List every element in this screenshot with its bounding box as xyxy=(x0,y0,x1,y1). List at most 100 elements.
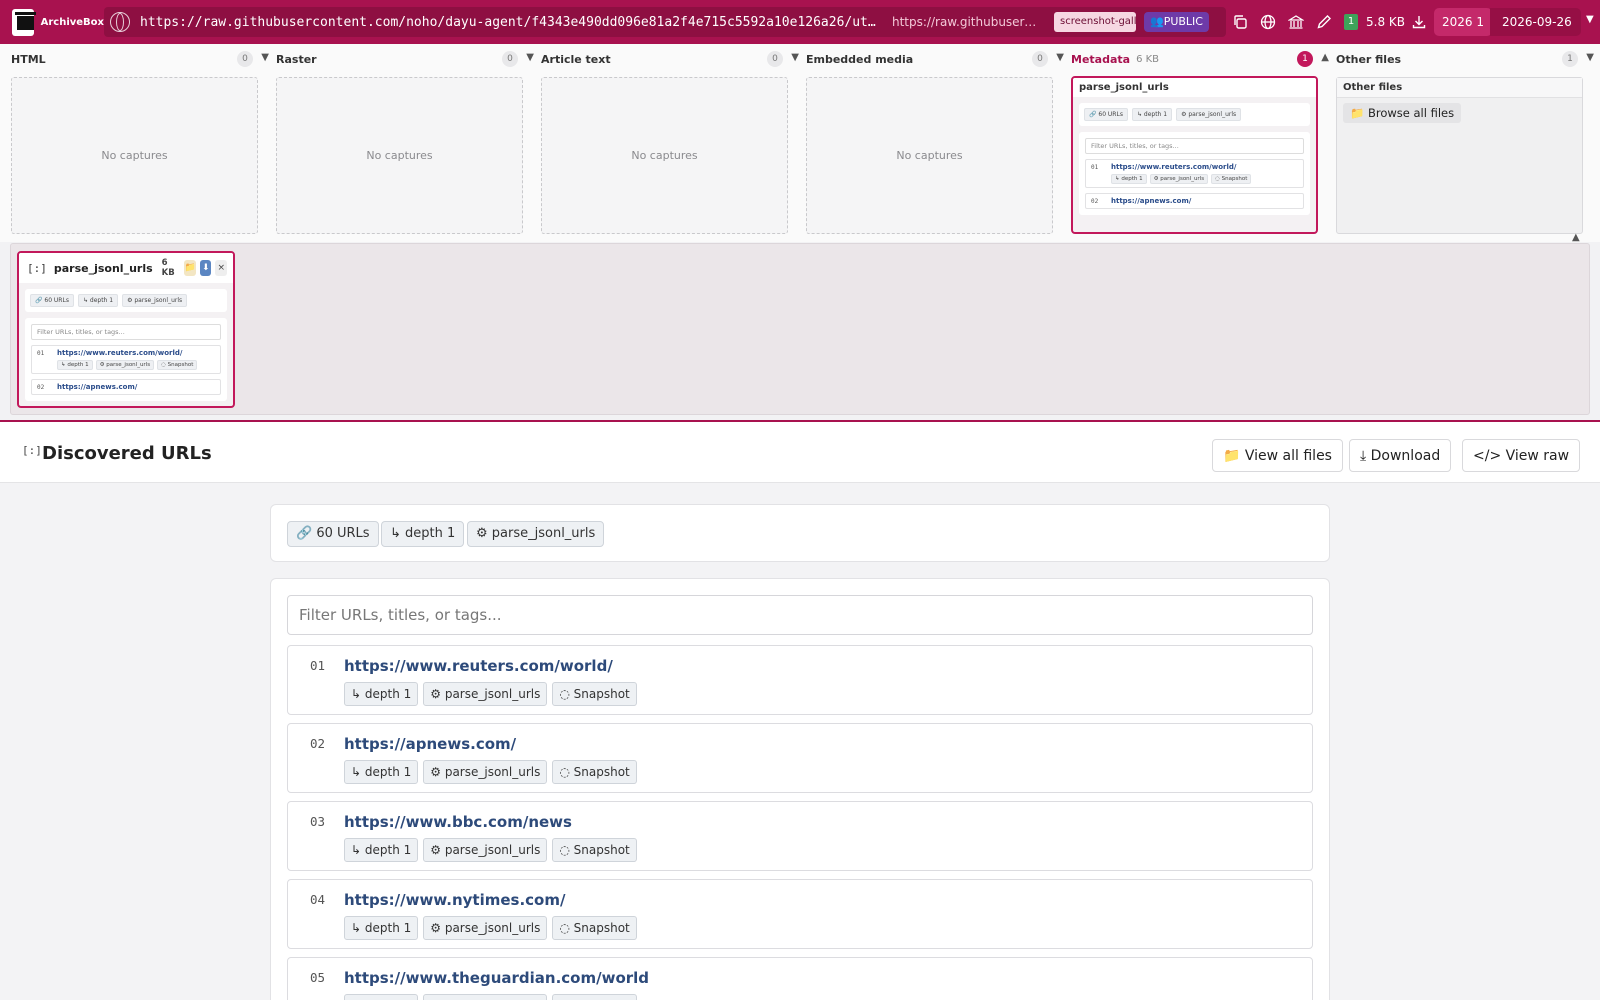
folder-icon[interactable]: 📁 xyxy=(184,260,196,276)
chevron-down-icon[interactable]: ▼ xyxy=(1586,14,1594,25)
empty-captures-box: No captures xyxy=(541,77,788,234)
row-tags: ↳ depth 1⚙ parse_jsonl_urls◌ Snapshot xyxy=(344,994,637,1000)
row-url-link[interactable]: https://www.reuters.com/world/ xyxy=(344,657,613,675)
list-item: 01 https://www.reuters.com/world/ ↳ dept… xyxy=(1085,159,1304,188)
other-files-box: Other files 📁 Browse all files xyxy=(1336,77,1583,234)
visibility-badge[interactable]: 👥PUBLIC xyxy=(1144,12,1209,32)
metadata-preview-card[interactable]: parse_jsonl_urls 🔗 60 URLs ↳ depth 1 ⚙ p… xyxy=(1071,76,1318,234)
row-url-link[interactable]: https://apnews.com/ xyxy=(344,735,516,753)
chevron-down-icon[interactable]: ▼ xyxy=(791,52,799,63)
url-bar[interactable]: https://raw.githubusercontent.com/noho/d… xyxy=(104,7,1226,37)
url-short-link[interactable]: https://raw.githubusercont… xyxy=(892,15,1042,29)
archivebox-logo-icon xyxy=(12,8,36,36)
column-article-text: Article text 0 ▼ No captures xyxy=(541,44,801,240)
chevron-down-icon[interactable]: ▼ xyxy=(526,52,534,63)
chevron-down-icon[interactable]: ▼ xyxy=(1586,52,1594,63)
row-number: 03 xyxy=(310,814,326,829)
tag: ↳ depth 1 xyxy=(57,360,93,370)
url-text[interactable]: https://raw.githubusercontent.com/noho/d… xyxy=(140,15,878,30)
edit-pencil-icon[interactable] xyxy=(1310,8,1338,36)
row-tags: ↳ depth 1⚙ parse_jsonl_urls◌ Snapshot xyxy=(344,916,637,940)
globe-icon[interactable] xyxy=(1254,8,1282,36)
row-number: 01 xyxy=(37,350,45,357)
column-header-html[interactable]: HTML 0 ▼ xyxy=(11,50,271,68)
tag: ◌ Snapshot xyxy=(1211,174,1252,184)
snapshot-date-button[interactable]: 2026-09-26 xyxy=(1490,8,1581,36)
column-count: 1 xyxy=(1562,51,1578,67)
main-content: 🔗 60 URLs ↳ depth 1 ⚙ parse_jsonl_urls F… xyxy=(0,483,1600,1000)
download-button[interactable]: ⤓ Download xyxy=(1349,439,1452,472)
view-all-files-button[interactable]: 📁 View all files xyxy=(1212,439,1343,472)
table-row[interactable]: 02 https://apnews.com/ ↳ depth 1 ⚙ parse_js… xyxy=(287,723,1313,793)
summary-card: 🔗 60 URLs ↳ depth 1 ⚙ parse_jsonl_urls xyxy=(270,504,1330,562)
tag-badge[interactable]: screenshot-galle xyxy=(1054,12,1136,32)
url-count-chip: 🔗 60 URLs xyxy=(287,521,379,547)
row-tag[interactable]: ◌ Snapshot xyxy=(552,760,637,784)
row-tag: ⚙ parse_jsonl_urls xyxy=(423,916,548,940)
row-number: 05 xyxy=(310,970,326,985)
row-tag: ↳ depth 1 xyxy=(344,916,419,940)
row-number: 01 xyxy=(310,658,326,673)
chevron-down-icon[interactable]: ▼ xyxy=(261,52,269,63)
table-row[interactable]: 03 https://www.bbc.com/news ↳ depth 1 ⚙ par… xyxy=(287,801,1313,871)
archive-size: 5.8 KB xyxy=(1366,15,1405,29)
view-raw-button[interactable]: </> View raw xyxy=(1462,439,1581,472)
column-header-other-files[interactable]: Other files 1 ▼ xyxy=(1336,50,1596,68)
chevron-up-icon[interactable]: ▲ xyxy=(1572,232,1580,243)
tag: ◌ Snapshot xyxy=(157,360,198,370)
row-url: https://apnews.com/ xyxy=(1111,197,1192,205)
row-tag[interactable]: ◌ Snapshot xyxy=(552,994,637,1000)
chip: 🔗 60 URLs xyxy=(1084,108,1128,121)
table-row[interactable]: 05 https://www.theguardian.com/world ↳ dep… xyxy=(287,957,1313,1000)
table-row[interactable]: 04 https://www.nytimes.com/ ↳ depth 1 ⚙ par… xyxy=(287,879,1313,949)
list-item: 01 https://www.reuters.com/world/ ↳ dept… xyxy=(31,345,221,374)
globe-icon[interactable] xyxy=(110,12,130,32)
copy-icon[interactable] xyxy=(1226,8,1254,36)
download-icon[interactable]: ⬇ xyxy=(199,260,212,276)
chip: ⚙ parse_jsonl_urls xyxy=(122,294,188,307)
json-bracket-icon: [:] xyxy=(27,261,47,275)
column-title: Metadata xyxy=(1071,52,1131,66)
row-tag[interactable]: ◌ Snapshot xyxy=(552,682,637,706)
row-number: 02 xyxy=(1091,198,1099,205)
empty-captures-box: No captures xyxy=(11,77,258,234)
column-header-embedded-media[interactable]: Embedded media 0 ▼ xyxy=(806,50,1066,68)
year-filter-button[interactable]: 2026 1 xyxy=(1434,8,1492,36)
empty-captures-box: No captures xyxy=(276,77,523,234)
filter-input[interactable]: Filter URLs, titles, or tags... xyxy=(287,595,1313,635)
url-list-card: Filter URLs, titles, or tags... 01 https:… xyxy=(270,578,1330,1000)
tag: ⚙ parse_jsonl_urls xyxy=(1149,174,1209,184)
archive-institution-icon[interactable] xyxy=(1282,8,1310,36)
row-tag: ⚙ parse_jsonl_urls xyxy=(423,994,548,1000)
brand[interactable]: ArchiveBox xyxy=(0,0,104,44)
close-icon[interactable]: × xyxy=(215,260,227,276)
browse-all-files-button[interactable]: 📁 Browse all files xyxy=(1343,103,1462,123)
row-url-link[interactable]: https://www.theguardian.com/world xyxy=(344,969,649,987)
column-header-raster[interactable]: Raster 0 ▼ xyxy=(276,50,536,68)
list-item: 02 https://apnews.com/ xyxy=(1085,193,1304,209)
column-count: 0 xyxy=(767,51,783,67)
column-title: HTML xyxy=(11,52,46,66)
preview-card[interactable]: [:] parse_jsonl_urls 6 KB 📁 ⬇ × 🔗 60 URL… xyxy=(17,251,235,408)
row-url: https://www.reuters.com/world/ xyxy=(1111,163,1237,171)
table-row[interactable]: 01 https://www.reuters.com/world/ ↳ depth … xyxy=(287,645,1313,715)
preview-list: Filter URLs, titles, or tags... 01 https… xyxy=(1079,132,1310,215)
column-title: Raster xyxy=(276,52,317,66)
column-title: Other files xyxy=(1336,52,1402,66)
row-tag[interactable]: ◌ Snapshot xyxy=(552,916,637,940)
parser-chip: ⚙ parse_jsonl_urls xyxy=(467,521,605,547)
chevron-up-icon[interactable]: ▲ xyxy=(1321,52,1329,63)
row-url-link[interactable]: https://www.nytimes.com/ xyxy=(344,891,565,909)
empty-captures-box: No captures xyxy=(806,77,1053,234)
tag: ↳ depth 1 xyxy=(1111,174,1147,184)
column-header-metadata[interactable]: Metadata 6 KB 1 ▲ xyxy=(1071,50,1331,68)
chevron-down-icon[interactable]: ▼ xyxy=(1056,52,1064,63)
preview-filter: Filter URLs, titles, or tags... xyxy=(1085,138,1304,154)
chip: 🔗 60 URLs xyxy=(30,294,74,307)
row-tag[interactable]: ◌ Snapshot xyxy=(552,838,637,862)
column-header-article-text[interactable]: Article text 0 ▼ xyxy=(541,50,801,68)
column-html: HTML 0 ▼ No captures xyxy=(11,44,271,240)
row-tags: ↳ depth 1⚙ parse_jsonl_urls◌ Snapshot xyxy=(344,838,637,862)
download-icon[interactable] xyxy=(1405,8,1433,36)
row-url-link[interactable]: https://www.bbc.com/news xyxy=(344,813,572,831)
